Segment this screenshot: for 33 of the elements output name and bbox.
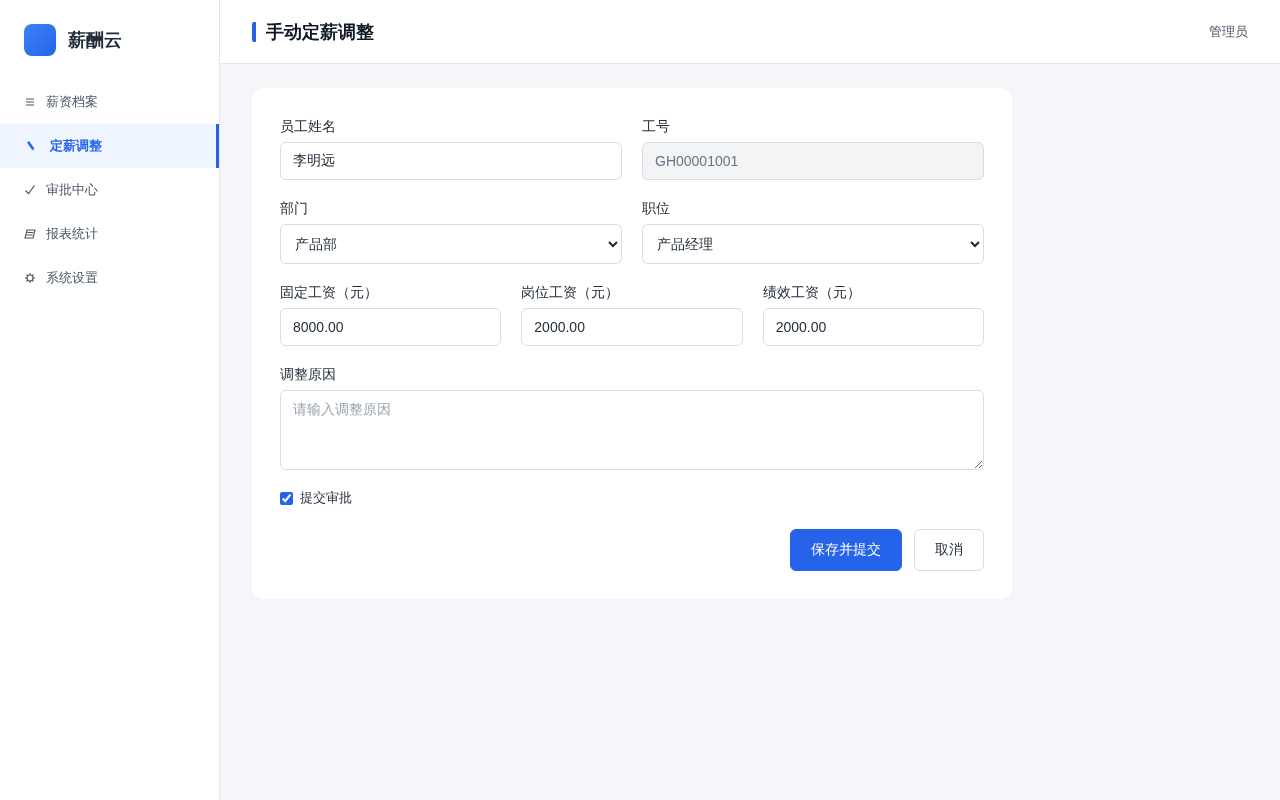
field-label: 部门: [280, 199, 308, 218]
cancel-button[interactable]: 取消: [914, 529, 984, 571]
select-dropdown[interactable]: 产品部: [280, 224, 622, 264]
checkbox[interactable]: [280, 491, 293, 505]
input-field[interactable]: 8000.00: [280, 308, 502, 346]
sidebar-item[interactable]: 定薪调整: [0, 124, 219, 168]
sidebar-item[interactable]: 报表统计: [0, 212, 219, 256]
list-icon: [24, 96, 36, 108]
submit-button[interactable]: 保存并提交: [790, 529, 902, 571]
field-label: 工号: [642, 117, 670, 136]
document-icon: [24, 228, 36, 240]
input-field[interactable]: 李明远: [280, 142, 622, 180]
field-label: 绩效工资（元）: [762, 283, 861, 302]
input-field[interactable]: 2000.00: [762, 308, 984, 346]
brand-name: 薪酬云: [68, 29, 122, 52]
input-field[interactable]: 2000.00: [521, 308, 743, 346]
textarea-field[interactable]: 请输入调整原因: [280, 390, 984, 470]
pencil-icon: [24, 140, 36, 152]
field-label: 固定工资（元）: [280, 283, 378, 302]
gear-icon: [24, 272, 36, 284]
sidebar-item[interactable]: 系统设置: [0, 256, 219, 300]
sidebar-item[interactable]: 审批中心: [0, 168, 219, 212]
logo-icon: [24, 24, 56, 56]
select-dropdown[interactable]: 产品经理: [642, 224, 984, 264]
checkbox-label: 提交审批: [300, 489, 352, 507]
field-label: 员工姓名: [280, 117, 336, 136]
check-icon: [24, 184, 36, 196]
field-label: 职位: [642, 199, 670, 218]
page-title: 手动定薪调整: [252, 21, 374, 42]
field-label: 岗位工资（元）: [521, 283, 620, 302]
sidebar-item[interactable]: 薪资档案: [0, 80, 219, 124]
field-label: 调整原因: [280, 365, 336, 384]
user-name: 管理员: [1209, 22, 1248, 41]
